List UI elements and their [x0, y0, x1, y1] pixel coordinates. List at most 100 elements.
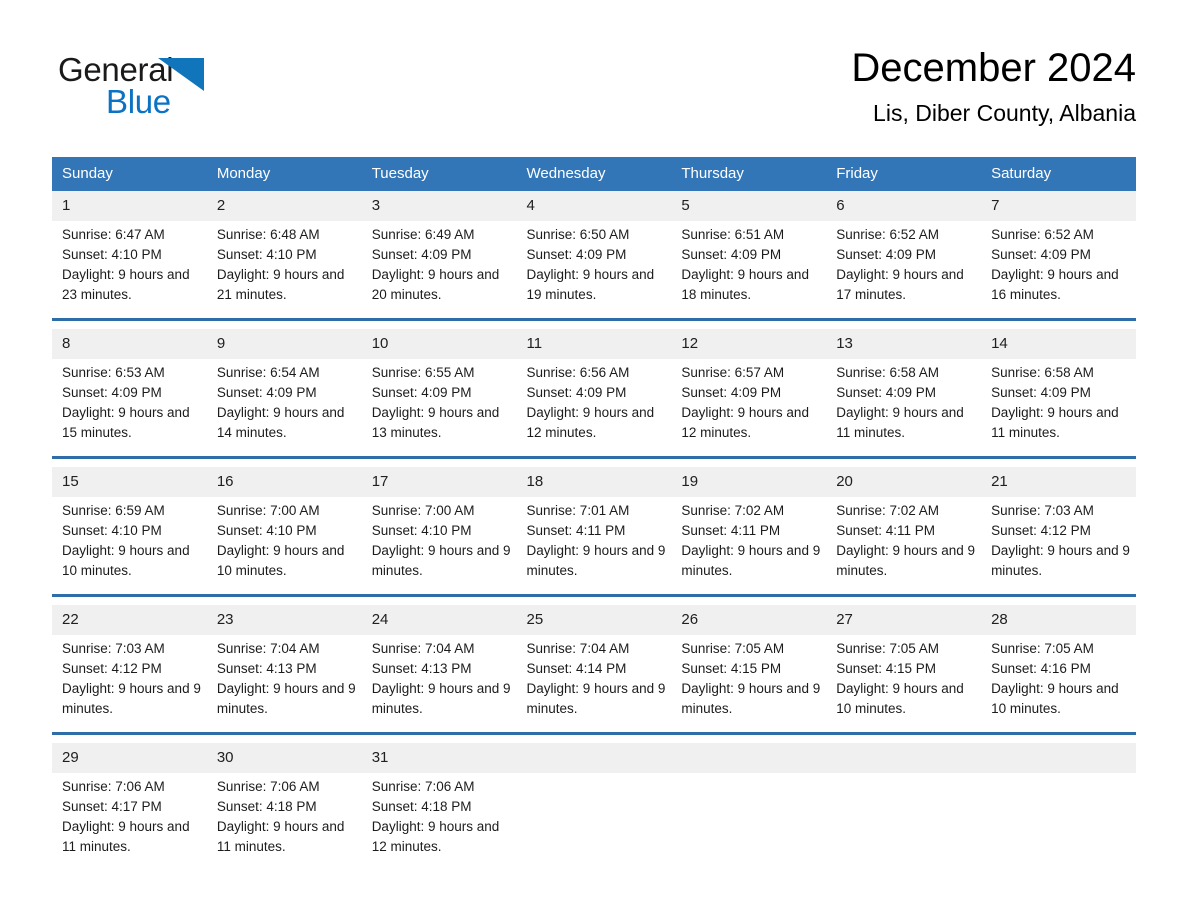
daylight-text: Daylight: 9 hours and 9 minutes.: [836, 543, 976, 578]
sunrise-text: Sunrise: 7:02 AM: [681, 503, 785, 518]
day-number-cell[interactable]: 20: [826, 467, 982, 497]
weekday-header-tuesday: Tuesday: [361, 157, 517, 191]
day-number-cell[interactable]: 28: [981, 605, 1136, 635]
day-number-cell[interactable]: 8: [52, 329, 207, 359]
daylight-text: Daylight: 9 hours and 9 minutes.: [681, 681, 821, 716]
day-detail-cell[interactable]: Sunrise: 6:52 AM Sunset: 4:09 PM Dayligh…: [826, 221, 982, 318]
daylight-text: Daylight: 9 hours and 10 minutes.: [62, 543, 190, 578]
sunset-text: Sunset: 4:10 PM: [62, 247, 162, 262]
day-detail-cell[interactable]: Sunrise: 7:02 AM Sunset: 4:11 PM Dayligh…: [671, 497, 827, 594]
day-number-cell[interactable]: 24: [361, 605, 517, 635]
day-detail-cell[interactable]: Sunrise: 6:54 AM Sunset: 4:09 PM Dayligh…: [206, 359, 362, 456]
day-number-cell[interactable]: 13: [826, 329, 982, 359]
day-number-cell[interactable]: 5: [671, 191, 827, 221]
day-detail-cell[interactable]: Sunrise: 7:05 AM Sunset: 4:15 PM Dayligh…: [826, 635, 982, 732]
day-detail-cell[interactable]: Sunrise: 6:52 AM Sunset: 4:09 PM Dayligh…: [981, 221, 1136, 318]
day-detail-cell[interactable]: Sunrise: 6:58 AM Sunset: 4:09 PM Dayligh…: [826, 359, 982, 456]
day-number-cell[interactable]: 14: [981, 329, 1136, 359]
sunrise-text: Sunrise: 6:50 AM: [526, 227, 630, 242]
day-detail-cell[interactable]: Sunrise: 7:03 AM Sunset: 4:12 PM Dayligh…: [981, 497, 1136, 594]
day-detail-cell[interactable]: Sunrise: 6:55 AM Sunset: 4:09 PM Dayligh…: [361, 359, 517, 456]
day-number-cell[interactable]: 27: [826, 605, 982, 635]
day-detail-cell[interactable]: Sunrise: 7:06 AM Sunset: 4:17 PM Dayligh…: [52, 773, 207, 870]
daylight-text: Daylight: 9 hours and 10 minutes.: [216, 543, 345, 578]
sunrise-text: Sunrise: 6:59 AM: [62, 503, 165, 518]
day-number-cell[interactable]: 15: [52, 467, 207, 497]
day-detail-cell[interactable]: Sunrise: 7:00 AM Sunset: 4:10 PM Dayligh…: [206, 497, 362, 594]
day-detail-cell[interactable]: Sunrise: 7:01 AM Sunset: 4:11 PM Dayligh…: [516, 497, 672, 594]
day-number-cell[interactable]: 25: [516, 605, 672, 635]
day-number-cell[interactable]: 10: [361, 329, 517, 359]
sunset-text: Sunset: 4:10 PM: [216, 523, 317, 538]
daylight-text: Daylight: 9 hours and 9 minutes.: [371, 543, 511, 578]
sunrise-text: Sunrise: 6:58 AM: [836, 365, 940, 380]
day-number-cell[interactable]: 30: [206, 743, 362, 773]
day-number-cell[interactable]: 29: [52, 743, 207, 773]
sunset-text: Sunset: 4:11 PM: [526, 523, 626, 538]
daylight-text: Daylight: 9 hours and 9 minutes.: [991, 543, 1130, 578]
day-detail-cell[interactable]: Sunrise: 7:02 AM Sunset: 4:11 PM Dayligh…: [826, 497, 982, 594]
day-number-cell[interactable]: 11: [516, 329, 672, 359]
day-number-cell[interactable]: 1: [52, 191, 207, 221]
day-detail-cell[interactable]: Sunrise: 7:05 AM Sunset: 4:16 PM Dayligh…: [981, 635, 1136, 732]
day-number-cell[interactable]: 31: [361, 743, 517, 773]
day-detail-cell[interactable]: Sunrise: 6:48 AM Sunset: 4:10 PM Dayligh…: [206, 221, 362, 318]
day-detail-cell[interactable]: Sunrise: 7:04 AM Sunset: 4:13 PM Dayligh…: [361, 635, 517, 732]
sunrise-text: Sunrise: 7:06 AM: [62, 779, 165, 794]
day-detail-cell[interactable]: Sunrise: 7:06 AM Sunset: 4:18 PM Dayligh…: [361, 773, 517, 870]
daylight-text: Daylight: 9 hours and 9 minutes.: [216, 681, 356, 716]
day-number-cell[interactable]: 21: [981, 467, 1136, 497]
day-detail-cell[interactable]: Sunrise: 7:04 AM Sunset: 4:14 PM Dayligh…: [516, 635, 672, 732]
day-number-cell[interactable]: 12: [671, 329, 827, 359]
day-detail-cell[interactable]: Sunrise: 7:00 AM Sunset: 4:10 PM Dayligh…: [361, 497, 517, 594]
day-number-cell[interactable]: 7: [981, 191, 1136, 221]
week-1-details: Sunrise: 6:47 AM Sunset: 4:10 PM Dayligh…: [52, 221, 1136, 318]
day-number-cell[interactable]: 6: [826, 191, 982, 221]
day-detail-cell[interactable]: Sunrise: 6:49 AM Sunset: 4:09 PM Dayligh…: [361, 221, 517, 318]
day-number-cell-empty: [981, 743, 1136, 773]
day-number-cell-empty: [516, 743, 672, 773]
day-detail-cell[interactable]: Sunrise: 7:06 AM Sunset: 4:18 PM Dayligh…: [206, 773, 362, 870]
sunrise-text: Sunrise: 7:00 AM: [216, 503, 320, 518]
day-detail-cell[interactable]: Sunrise: 6:51 AM Sunset: 4:09 PM Dayligh…: [671, 221, 827, 318]
day-number-cell[interactable]: 2: [206, 191, 362, 221]
day-number-cell[interactable]: 4: [516, 191, 672, 221]
day-detail-cell[interactable]: Sunrise: 6:53 AM Sunset: 4:09 PM Dayligh…: [52, 359, 207, 456]
sunset-text: Sunset: 4:09 PM: [371, 385, 472, 400]
page-title: December 2024: [851, 46, 1136, 90]
day-number-cell[interactable]: 16: [206, 467, 362, 497]
sunset-text: Sunset: 4:09 PM: [836, 247, 937, 262]
sunset-text: Sunset: 4:17 PM: [62, 799, 162, 814]
page-subtitle: Lis, Diber County, Albania: [873, 100, 1136, 126]
day-detail-cell[interactable]: Sunrise: 6:59 AM Sunset: 4:10 PM Dayligh…: [52, 497, 207, 594]
sunset-text: Sunset: 4:12 PM: [62, 661, 162, 676]
day-number-cell[interactable]: 3: [361, 191, 517, 221]
day-number-cell[interactable]: 9: [206, 329, 362, 359]
day-detail-cell-empty: [516, 773, 672, 870]
week-4-daynumbers: 22 23 24 25 26 27 28: [52, 605, 1136, 635]
day-number-cell[interactable]: 17: [361, 467, 517, 497]
sunset-text: Sunset: 4:15 PM: [681, 661, 782, 676]
day-detail-cell[interactable]: Sunrise: 6:58 AM Sunset: 4:09 PM Dayligh…: [981, 359, 1136, 456]
day-detail-cell[interactable]: Sunrise: 7:05 AM Sunset: 4:15 PM Dayligh…: [671, 635, 827, 732]
day-detail-cell[interactable]: Sunrise: 6:57 AM Sunset: 4:09 PM Dayligh…: [671, 359, 827, 456]
calendar-grid: Sunday Monday Tuesday Wednesday Thursday…: [52, 157, 1136, 870]
day-detail-cell[interactable]: Sunrise: 6:56 AM Sunset: 4:09 PM Dayligh…: [516, 359, 672, 456]
daylight-text: Daylight: 9 hours and 9 minutes.: [371, 681, 511, 716]
day-number-cell[interactable]: 26: [671, 605, 827, 635]
day-detail-cell[interactable]: Sunrise: 7:04 AM Sunset: 4:13 PM Dayligh…: [206, 635, 362, 732]
day-number-cell[interactable]: 23: [206, 605, 362, 635]
week-spacer: [52, 321, 1136, 329]
sunrise-text: Sunrise: 7:06 AM: [216, 779, 320, 794]
sunset-text: Sunset: 4:09 PM: [681, 247, 782, 262]
sunrise-text: Sunrise: 7:04 AM: [371, 641, 475, 656]
day-detail-cell[interactable]: Sunrise: 7:03 AM Sunset: 4:12 PM Dayligh…: [52, 635, 207, 732]
daylight-text: Daylight: 9 hours and 10 minutes.: [991, 681, 1119, 716]
sunset-text: Sunset: 4:10 PM: [62, 523, 162, 538]
day-number-cell[interactable]: 19: [671, 467, 827, 497]
day-number-cell[interactable]: 22: [52, 605, 207, 635]
day-detail-cell[interactable]: Sunrise: 6:47 AM Sunset: 4:10 PM Dayligh…: [52, 221, 207, 318]
sunset-text: Sunset: 4:09 PM: [991, 385, 1091, 400]
day-detail-cell[interactable]: Sunrise: 6:50 AM Sunset: 4:09 PM Dayligh…: [516, 221, 672, 318]
day-number-cell[interactable]: 18: [516, 467, 672, 497]
